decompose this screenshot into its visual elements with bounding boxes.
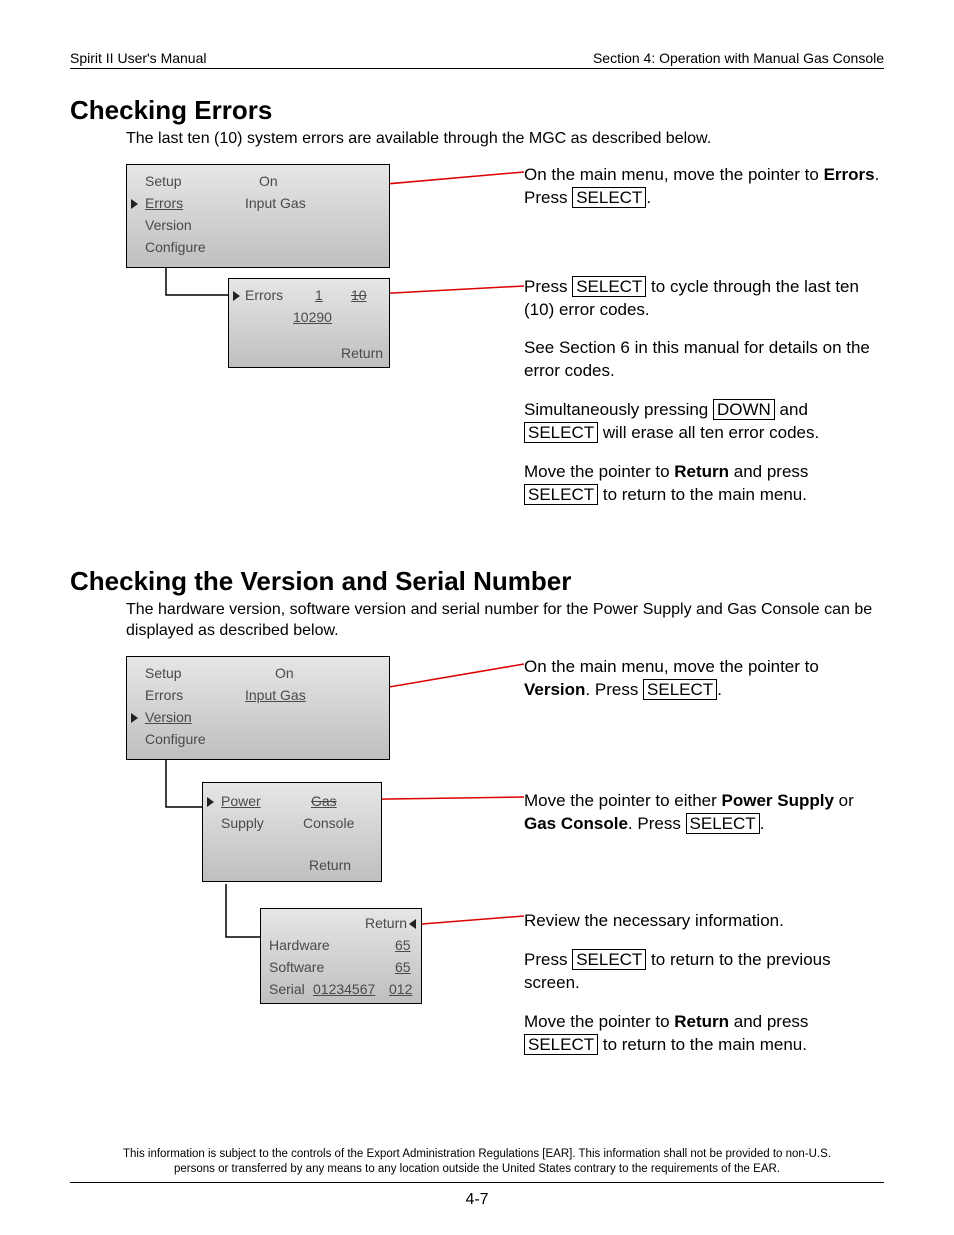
instructions-errors-2: Press SELECT to cycle through the last t… [524, 276, 884, 524]
select-key: SELECT [572, 187, 646, 208]
instructions-version-2: Move the pointer to either Power Supply … [524, 790, 884, 852]
label-supply: Supply [221, 815, 264, 831]
select-key: SELECT [572, 949, 646, 970]
lcd-version-menu: Power Gas Supply Console Return [202, 782, 382, 882]
menu-configure: Configure [145, 239, 206, 255]
menu-on: On [259, 173, 278, 189]
instructions-version-1: On the main menu, move the pointer to Ve… [524, 656, 884, 718]
intro-errors: The last ten (10) system errors are avai… [126, 128, 884, 150]
error-code: 10290 [293, 309, 332, 325]
menu-errors: Errors [145, 195, 183, 211]
select-key: SELECT [524, 1034, 598, 1055]
header-left: Spirit II User's Manual [70, 50, 207, 66]
lcd-version-detail: Return Hardware 65 Software 65 Serial 01… [260, 908, 422, 1004]
instructions-version-3: Review the necessary information. Press … [524, 910, 884, 1073]
section-version: Setup On Errors Input Gas Version Config… [126, 652, 884, 1082]
pointer-icon [409, 919, 416, 929]
label-hardware: Hardware [269, 937, 330, 953]
page-header: Spirit II User's Manual Section 4: Opera… [70, 50, 884, 69]
select-key: SELECT [524, 484, 598, 505]
error-total: 10 [351, 287, 367, 303]
menu-on: On [275, 665, 294, 681]
label-return: Return [341, 345, 383, 361]
menu-version: Version [145, 709, 192, 725]
pointer-icon [233, 291, 240, 301]
heading-checking-version: Checking the Version and Serial Number [70, 566, 884, 597]
intro-version: The hardware version, software version a… [126, 599, 884, 642]
disclaimer: This information is subject to the contr… [70, 1143, 884, 1183]
label-gas: Gas [311, 793, 337, 809]
lcd-main-menu: Setup On Errors Input Gas Version Config… [126, 164, 390, 268]
down-key: DOWN [713, 399, 775, 420]
lcd-error-detail: Errors 1 10 10290 Return [228, 278, 390, 368]
heading-checking-errors: Checking Errors [70, 95, 884, 126]
select-key: SELECT [572, 276, 646, 297]
label-return: Return [365, 915, 407, 931]
page: Spirit II User's Manual Section 4: Opera… [0, 0, 954, 1235]
menu-input-gas: Input Gas [245, 687, 306, 703]
label-power: Power [221, 793, 261, 809]
pointer-icon [207, 797, 214, 807]
menu-setup: Setup [145, 173, 182, 189]
select-key: SELECT [686, 813, 760, 834]
pointer-icon [131, 713, 138, 723]
menu-errors: Errors [145, 687, 183, 703]
lcd-main-menu-2: Setup On Errors Input Gas Version Config… [126, 656, 390, 760]
section-errors: Setup On Errors Input Gas Version Config… [126, 160, 884, 540]
select-key: SELECT [643, 679, 717, 700]
error-index: 1 [315, 287, 323, 303]
menu-setup: Setup [145, 665, 182, 681]
menu-configure: Configure [145, 731, 206, 747]
instructions-errors: On the main menu, move the pointer to Er… [524, 164, 884, 226]
page-footer: This information is subject to the contr… [70, 1143, 884, 1209]
value-hardware: 65 [395, 937, 411, 953]
menu-input-gas: Input Gas [245, 195, 306, 211]
menu-version: Version [145, 217, 192, 233]
label-console: Console [303, 815, 354, 831]
value-software: 65 [395, 959, 411, 975]
label-errors: Errors [245, 287, 283, 303]
label-software: Software [269, 959, 324, 975]
pointer-icon [131, 199, 138, 209]
value-serial-2: 012 [389, 981, 412, 997]
page-number: 4-7 [70, 1191, 884, 1209]
value-serial: 01234567 [313, 981, 375, 997]
label-serial: Serial [269, 981, 305, 997]
label-return: Return [309, 857, 351, 873]
select-key: SELECT [524, 422, 598, 443]
header-right: Section 4: Operation with Manual Gas Con… [593, 50, 884, 66]
